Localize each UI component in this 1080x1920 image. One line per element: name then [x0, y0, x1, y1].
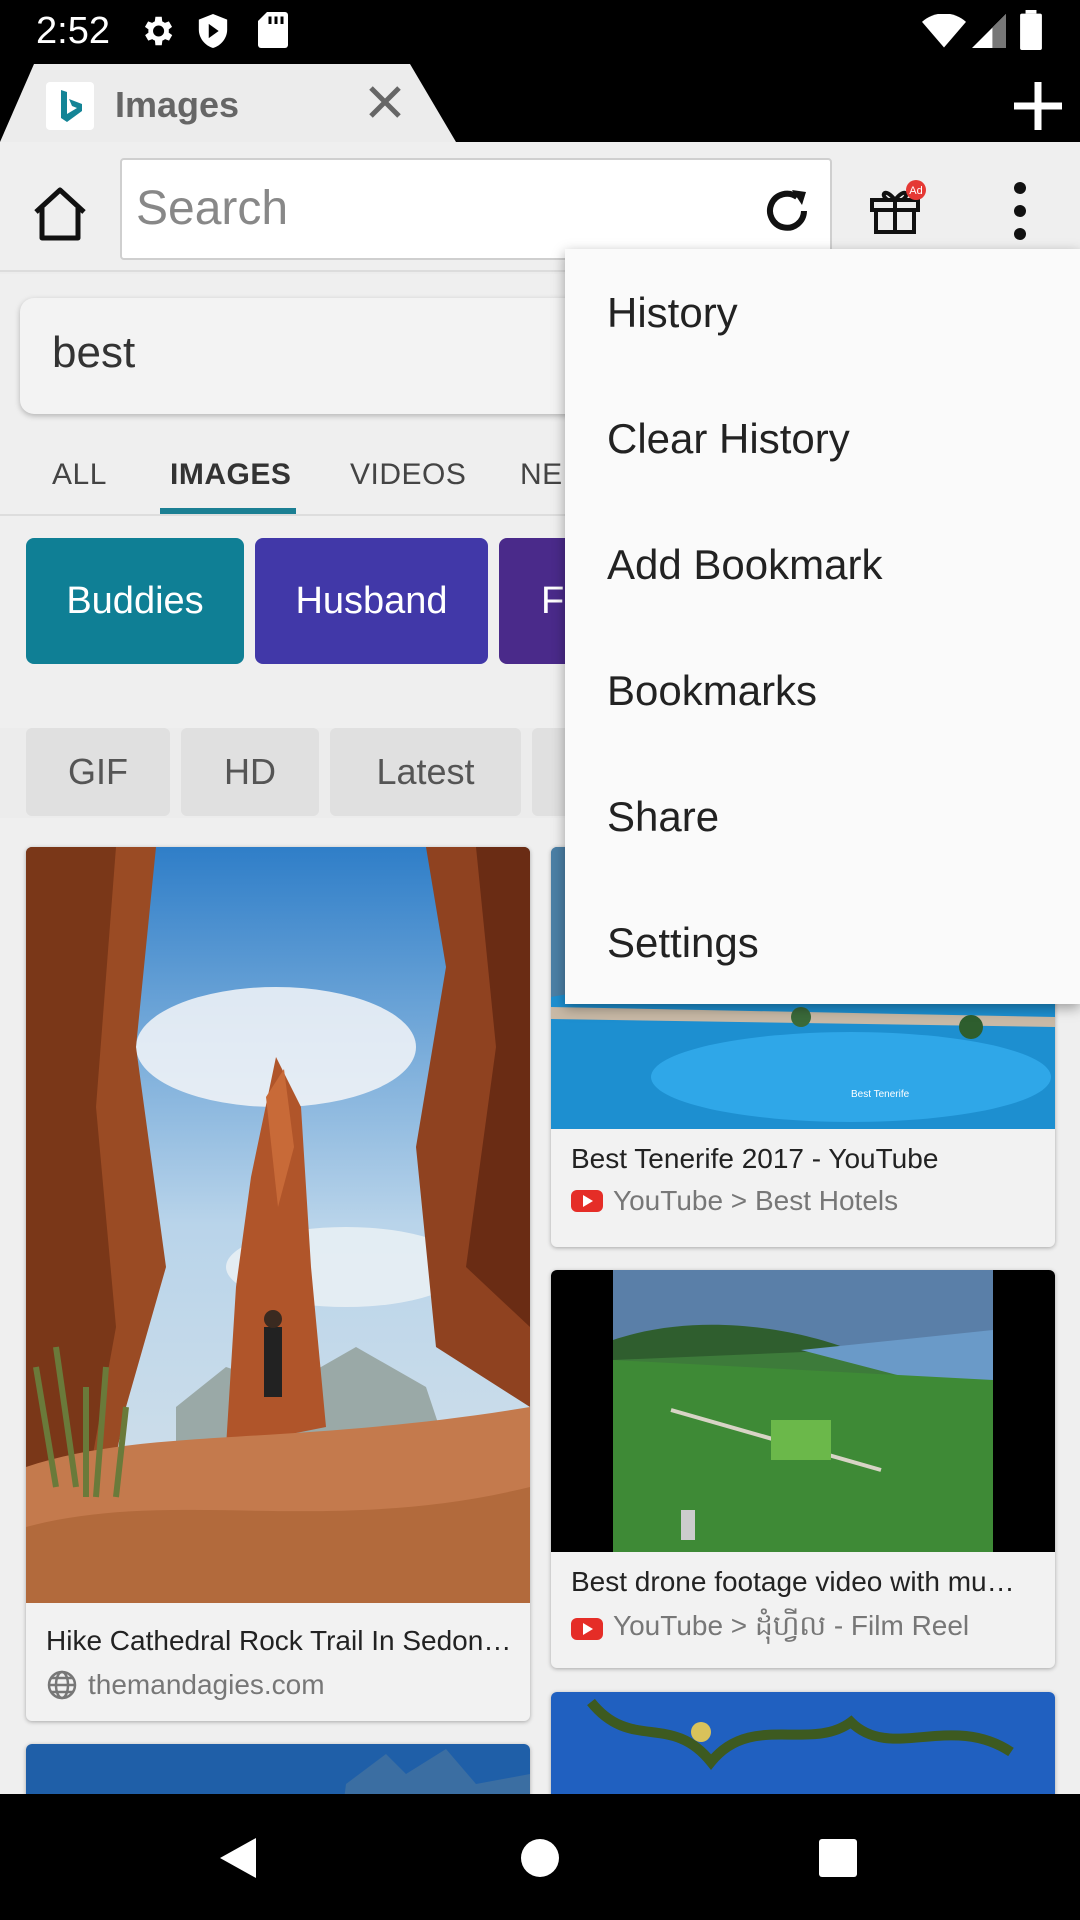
youtube-icon	[571, 1617, 603, 1640]
result-card[interactable]	[26, 1744, 530, 1794]
globe-icon	[47, 1670, 77, 1700]
result-source-text: themandagies.com	[88, 1669, 325, 1700]
reload-icon[interactable]	[762, 186, 812, 236]
search-input[interactable]	[134, 178, 694, 238]
gift-icon: Ad	[870, 180, 926, 234]
system-nav-bar	[0, 1794, 1080, 1920]
result-title: Hike Cathedral Rock Trail In Sedon…	[46, 1625, 512, 1656]
tab-all[interactable]: ALL	[52, 458, 107, 492]
back-icon[interactable]	[218, 1836, 258, 1880]
tab-videos[interactable]: VIDEOS	[350, 458, 466, 492]
filter-gif[interactable]: GIF	[26, 728, 170, 816]
tab-strip: Images	[0, 64, 1080, 142]
result-title: Best Tenerife 2017 - YouTube	[571, 1143, 939, 1174]
youtube-icon	[571, 1190, 603, 1212]
chip-label: Buddies	[66, 579, 204, 622]
result-card[interactable]: Hike Cathedral Rock Trail In Sedon… them…	[26, 847, 530, 1721]
active-tab-indicator	[160, 508, 296, 514]
query-text: best	[52, 328, 136, 377]
filter-label: HD	[224, 751, 276, 792]
result-card[interactable]: Best drone footage video with mu… YouTub…	[551, 1270, 1055, 1668]
tab-images-results[interactable]: IMAGES	[170, 458, 291, 492]
menu-item-share[interactable]: Share	[607, 793, 719, 841]
battery-icon	[1020, 10, 1042, 50]
result-source: themandagies.com	[46, 1669, 325, 1701]
result-source-text: YouTube > ដុំហ្វីល - Film Reel	[613, 1610, 970, 1641]
chip-husband[interactable]: Husband	[255, 538, 488, 664]
result-source: YouTube > Best Hotels	[571, 1185, 898, 1217]
address-bar[interactable]	[120, 158, 832, 260]
result-image	[551, 1270, 1055, 1552]
result-image	[26, 1744, 530, 1794]
result-source: YouTube > ដុំហ្វីល - Film Reel	[571, 1608, 969, 1649]
filter-latest[interactable]: Latest	[330, 728, 521, 816]
settings-gear-icon	[144, 16, 173, 46]
menu-item-clear-history[interactable]: Clear History	[607, 415, 850, 463]
result-image	[26, 847, 530, 1603]
chip-buddies[interactable]: Buddies	[26, 538, 244, 664]
svg-text:Ad: Ad	[909, 185, 922, 197]
menu-item-add-bookmark[interactable]: Add Bookmark	[607, 541, 882, 589]
new-tab-icon[interactable]	[1010, 78, 1066, 134]
recents-icon[interactable]	[818, 1838, 858, 1878]
gift-ad-button[interactable]: Ad	[866, 178, 926, 238]
sd-card-icon	[258, 12, 288, 48]
signal-icon	[972, 14, 1006, 48]
tab-news[interactable]: NE	[520, 458, 563, 492]
menu-item-settings[interactable]: Settings	[607, 919, 759, 967]
chip-label: Husband	[295, 579, 448, 622]
tab-title: Images	[115, 84, 240, 125]
result-image	[551, 1692, 1055, 1794]
result-title: Best drone footage video with mu…	[571, 1566, 1015, 1597]
watermark-text: Best Tenerife	[851, 1089, 910, 1100]
more-options-icon[interactable]	[1000, 180, 1040, 242]
menu-item-history[interactable]: History	[607, 289, 738, 337]
wifi-icon	[922, 14, 966, 48]
result-card[interactable]	[551, 1692, 1055, 1794]
filter-hd[interactable]: HD	[181, 728, 319, 816]
overflow-menu: History Clear History Add Bookmark Bookm…	[565, 249, 1080, 1004]
shield-icon	[198, 14, 228, 48]
menu-item-bookmarks[interactable]: Bookmarks	[607, 667, 817, 715]
close-tab-icon[interactable]	[365, 82, 405, 122]
status-bar: 2:52	[0, 0, 1080, 64]
home-nav-icon[interactable]	[520, 1838, 560, 1878]
home-icon[interactable]	[30, 184, 90, 244]
bing-favicon-icon	[46, 82, 94, 130]
status-time: 2:52	[36, 10, 110, 52]
result-source-text: YouTube > Best Hotels	[613, 1185, 899, 1216]
filter-label: GIF	[68, 751, 128, 792]
filter-label: Latest	[376, 751, 475, 792]
tab-images[interactable]: Images	[0, 64, 460, 142]
